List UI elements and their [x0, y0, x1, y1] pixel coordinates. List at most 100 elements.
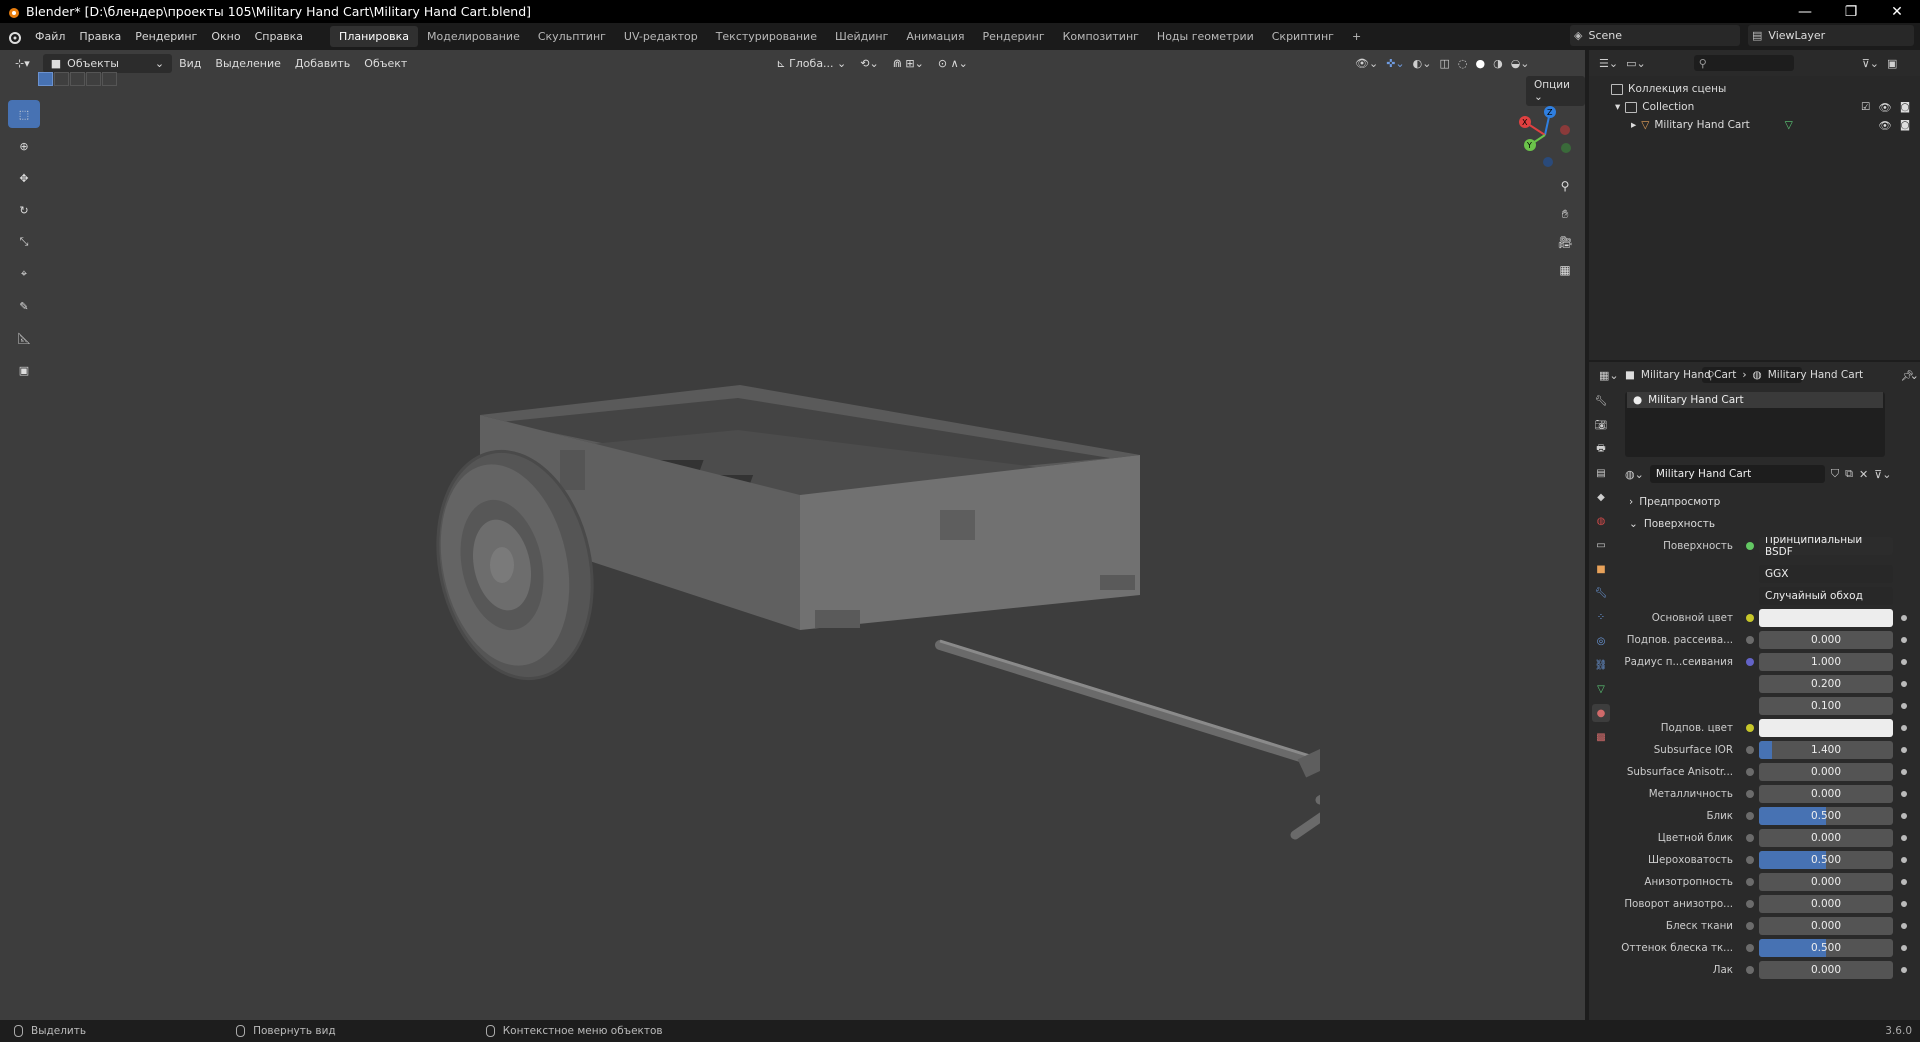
xray-toggle-icon[interactable]: ◫ — [1439, 57, 1449, 70]
tool-tab-icon[interactable]: 🔧︎ — [1592, 392, 1610, 410]
material-slot-list[interactable]: ● Military Hand Cart — [1625, 392, 1885, 457]
keyframe-dot-icon[interactable] — [1901, 967, 1907, 973]
value-slider[interactable]: 0.000 — [1759, 829, 1893, 847]
view-layer-tab-icon[interactable]: ▤ — [1592, 464, 1610, 482]
value-slider[interactable]: 1.000 — [1759, 653, 1893, 671]
output-tab-icon[interactable]: 🖶︎ — [1592, 440, 1610, 458]
collection-tab-icon[interactable]: ▭ — [1592, 536, 1610, 554]
menu-view[interactable]: Вид — [172, 55, 208, 72]
keyframe-dot-icon[interactable] — [1901, 637, 1907, 643]
keyframe-dot-icon[interactable] — [1901, 681, 1907, 687]
checkbox-icon[interactable]: ☑ — [1861, 101, 1870, 114]
keyframe-dot-icon[interactable] — [1901, 659, 1907, 665]
surface-section-header[interactable]: ⌄ Поверхность — [1621, 513, 1920, 535]
hand-cart-model[interactable] — [420, 360, 1320, 840]
ortho-grid-icon[interactable]: ▦ — [1554, 259, 1576, 281]
physics-tab-icon[interactable]: ◎ — [1592, 632, 1610, 650]
keyframe-dot-icon[interactable] — [1901, 791, 1907, 797]
value-slider[interactable]: 0.500 — [1759, 807, 1893, 825]
menu-window[interactable]: Окно — [204, 30, 247, 43]
keyframe-dot-icon[interactable] — [1901, 615, 1907, 621]
camera-icon[interactable]: ◙ — [1900, 101, 1910, 114]
keyframe-dot-icon[interactable] — [1901, 879, 1907, 885]
tab-uv-editing[interactable]: UV-редактор — [615, 26, 707, 47]
transform-tool-icon[interactable]: ⌖ — [8, 260, 40, 288]
navigation-gizmo[interactable]: Z X Y — [1510, 100, 1580, 170]
menu-object[interactable]: Объект — [357, 55, 414, 72]
shading-material-icon[interactable]: ◑ — [1493, 57, 1503, 70]
scale-tool-icon[interactable]: ⤡ — [8, 228, 40, 256]
color-swatch[interactable] — [1759, 719, 1893, 737]
select-extend-icon[interactable] — [54, 72, 69, 86]
tab-texture-paint[interactable]: Текстурирование — [707, 26, 826, 47]
subsurface-method-dropdown[interactable]: Случайный обход — [1759, 587, 1893, 605]
maximize-button[interactable]: ❐ — [1828, 0, 1874, 23]
snap-icon[interactable]: ⋒ ⊞⌄ — [886, 55, 931, 72]
render-tab-icon[interactable]: 📷︎ — [1592, 416, 1610, 434]
select-subtract-icon[interactable] — [70, 72, 85, 86]
socket-dot-icon[interactable] — [1746, 746, 1754, 754]
preview-section-header[interactable]: › Предпросмотр — [1621, 491, 1920, 513]
tab-scripting[interactable]: Скриптинг — [1263, 26, 1343, 47]
outliner-search-input[interactable]: ⚲ — [1693, 55, 1794, 71]
select-new-icon[interactable] — [38, 72, 53, 86]
socket-dot-icon[interactable] — [1746, 878, 1754, 886]
transform-orientation-dropdown[interactable]: ⊾ Глоба... ⌄ — [769, 55, 853, 72]
menu-select[interactable]: Выделение — [208, 55, 288, 72]
value-slider[interactable]: 0.500 — [1759, 939, 1893, 957]
pivot-point-icon[interactable]: ⟲⌄ — [853, 55, 885, 72]
tab-shading[interactable]: Шейдинг — [826, 26, 897, 47]
outliner-object-row[interactable]: ▸ ▽ Military Hand Cart ▽ 👁︎ ◙ — [1589, 116, 1920, 134]
socket-dot-icon[interactable] — [1746, 966, 1754, 974]
expand-chevron-right-icon[interactable]: ▸ — [1631, 119, 1636, 131]
object-tab-icon[interactable]: ■ — [1592, 560, 1610, 578]
view-layer-selector[interactable]: ▤ ViewLayer — [1748, 25, 1914, 46]
pin-icon[interactable]: 📌︎ — [1901, 369, 1920, 382]
select-box-tool-icon[interactable]: ⬚ — [8, 100, 40, 128]
unlink-material-icon[interactable]: ✕ — [1859, 468, 1868, 481]
value-slider[interactable]: 0.500 — [1759, 851, 1893, 869]
material-slot-item[interactable]: ● Military Hand Cart — [1627, 392, 1883, 408]
editor-type-icon[interactable]: ⊹▾ — [8, 55, 37, 72]
distribution-dropdown[interactable]: GGX — [1759, 565, 1893, 583]
outliner-editor-icon[interactable]: ☰⌄ — [1599, 57, 1618, 70]
measure-tool-icon[interactable]: 📐︎ — [8, 324, 40, 352]
new-collection-icon[interactable]: ▣ — [1887, 57, 1897, 70]
world-tab-icon[interactable]: ◍ — [1592, 512, 1610, 530]
keyframe-dot-icon[interactable] — [1901, 945, 1907, 951]
close-button[interactable]: ✕ — [1874, 0, 1920, 23]
fake-user-shield-icon[interactable]: ⛉ — [1831, 467, 1839, 481]
socket-dot-icon[interactable] — [1746, 614, 1754, 622]
socket-dot-icon[interactable] — [1746, 724, 1754, 732]
value-slider[interactable]: 0.000 — [1759, 785, 1893, 803]
socket-dot-icon[interactable] — [1746, 768, 1754, 776]
select-difference-icon[interactable] — [86, 72, 101, 86]
minimize-button[interactable]: — — [1782, 0, 1828, 23]
modifier-tab-icon[interactable]: 🔧︎ — [1592, 584, 1610, 602]
value-slider[interactable]: 1.400 — [1759, 741, 1893, 759]
shading-rendered-icon[interactable]: ◒⌄ — [1511, 57, 1530, 70]
tab-rendering[interactable]: Рендеринг — [974, 26, 1054, 47]
socket-dot-icon[interactable] — [1746, 922, 1754, 930]
value-slider[interactable]: 0.000 — [1759, 873, 1893, 891]
scene-selector[interactable]: ◈ Scene — [1570, 25, 1740, 46]
tab-sculpting[interactable]: Скульптинг — [529, 26, 615, 47]
tab-animation[interactable]: Анимация — [897, 26, 973, 47]
cursor-tool-icon[interactable]: ⊕ — [8, 132, 40, 160]
material-tab-icon[interactable]: ● — [1592, 704, 1610, 722]
value-slider[interactable]: 0.000 — [1759, 631, 1893, 649]
mode-dropdown[interactable]: ■ Объекты ⌄ — [42, 53, 173, 73]
socket-dot-icon[interactable] — [1746, 790, 1754, 798]
overlay-toggle-icon[interactable]: ◐⌄ — [1413, 57, 1432, 70]
scene-tab-icon[interactable]: ◆ — [1592, 488, 1610, 506]
menu-add[interactable]: Добавить — [288, 55, 357, 72]
visibility-icon[interactable]: 👁︎⌄ — [1355, 57, 1378, 70]
data-tab-icon[interactable]: ▽ — [1592, 680, 1610, 698]
menu-file[interactable]: Файл — [28, 30, 72, 43]
keyframe-dot-icon[interactable] — [1901, 813, 1907, 819]
menu-edit[interactable]: Правка — [72, 30, 128, 43]
zoom-icon[interactable]: ⚲ — [1554, 175, 1576, 197]
proportional-editing-icon[interactable]: ⊙ ∧⌄ — [931, 55, 975, 72]
keyframe-dot-icon[interactable] — [1901, 747, 1907, 753]
shading-solid-icon[interactable]: ● — [1475, 57, 1485, 70]
